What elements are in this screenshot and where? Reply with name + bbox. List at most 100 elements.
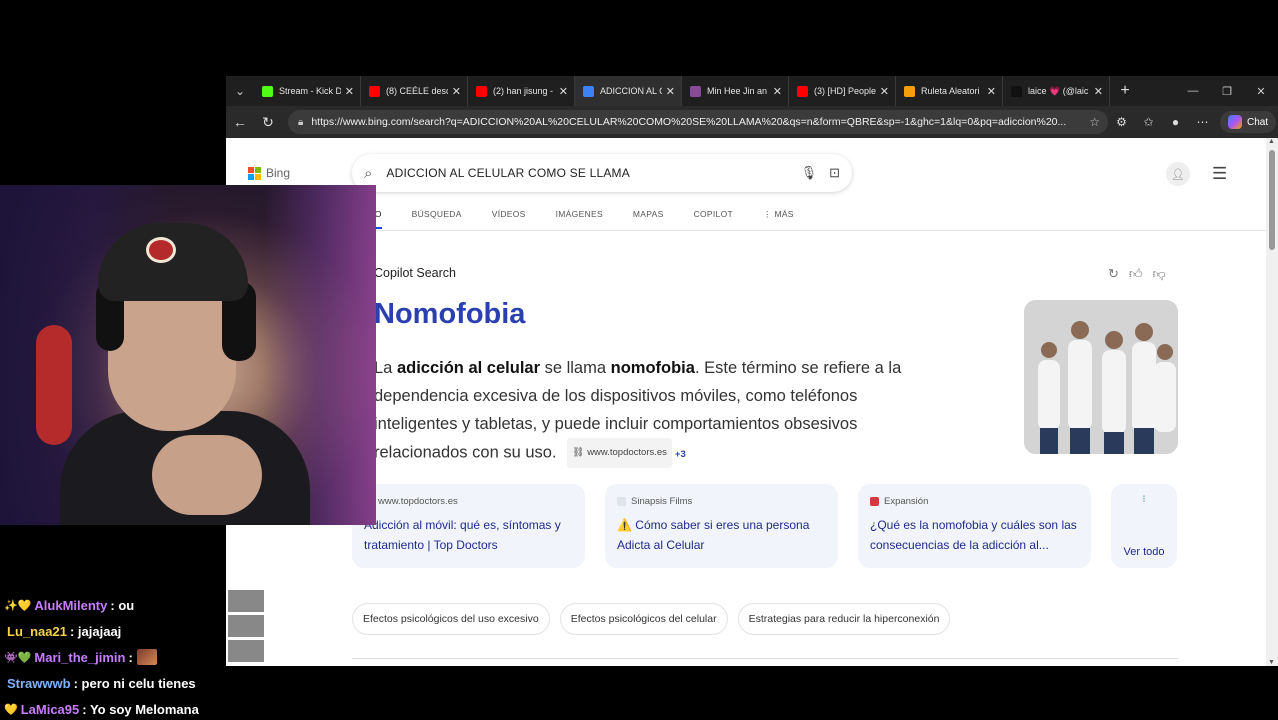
tab-list-dropdown-icon[interactable]: ⌄ — [226, 76, 254, 106]
url-text: https://www.bing.com/search?q=ADICCION%2… — [311, 116, 1067, 128]
tab-close-icon[interactable]: ✕ — [345, 85, 354, 98]
source-card[interactable]: www.topdoctors.es Adicción al móvil: qué … — [352, 484, 585, 568]
browser-tab[interactable]: laice 💗 (@laic ✕ — [1003, 76, 1110, 106]
refresh-button[interactable]: ↻ — [254, 108, 282, 136]
tab-label: (3) [HD] People — [814, 86, 876, 96]
tab-close-icon[interactable]: ✕ — [987, 85, 996, 98]
chat-text: : jajajaaj — [69, 623, 122, 639]
browser-tab[interactable]: (2) han jisung - ✕ — [468, 76, 575, 106]
card-source-text: www.topdoctors.es — [378, 496, 458, 507]
streamer-face — [108, 281, 236, 431]
view-all-card[interactable]: ⁝ Ver todo — [1111, 484, 1177, 568]
scroll-down-icon[interactable]: ▼ — [1268, 659, 1275, 666]
copilot-chat-button[interactable]: Chat — [1220, 111, 1277, 133]
scope-tab[interactable]: VÍDEOS — [492, 209, 526, 219]
account-avatar[interactable]: 👤︎ — [1166, 162, 1190, 186]
card-source: Expansión — [870, 496, 1079, 507]
maximize-icon[interactable]: ❐ — [1210, 76, 1244, 106]
related-search-chip[interactable]: Efectos psicológicos del celular — [559, 603, 728, 635]
chat-username[interactable]: AlukMilenty — [34, 598, 107, 613]
tab-close-icon[interactable]: ✕ — [1094, 85, 1103, 98]
source-favicon-icon — [617, 497, 626, 506]
tab-close-icon[interactable]: ✕ — [880, 85, 889, 98]
chat-message: ✨💛 AlukMilenty: ou — [4, 592, 226, 618]
answer-source-text: www.topdoctors.es — [587, 447, 667, 458]
tab-favicon-icon — [1011, 85, 1022, 97]
chat-username[interactable]: Lu_naa21 — [7, 624, 67, 639]
related-search-chip[interactable]: Estrategias para reducir la hiperconexió… — [737, 603, 951, 635]
tab-close-icon[interactable]: ✕ — [452, 85, 461, 98]
source-card[interactable]: Sinapsis Films ⚠️ Cómo saber si eres una … — [605, 484, 838, 568]
card-title[interactable]: Adicción al móvil: qué es, síntomas y tr… — [364, 515, 573, 555]
chat-text: : ou — [110, 597, 135, 613]
scroll-thumb[interactable] — [1269, 150, 1275, 250]
section-divider — [352, 658, 1178, 659]
search-box[interactable]: ⌕ ADICCION AL CELULAR COMO SE LLAMA 🎙︎ ⊡ — [352, 154, 852, 192]
source-cards: www.topdoctors.es Adicción al móvil: qué … — [352, 484, 1177, 568]
browser-tab[interactable]: Ruleta Aleatori ✕ — [896, 76, 1003, 106]
answer-text-2: se llama — [540, 359, 611, 377]
scope-tab[interactable]: MAPAS — [633, 209, 664, 219]
scope-tab[interactable]: IMÁGENES — [556, 209, 603, 219]
scope-tab[interactable]: BÚSQUEDA — [412, 209, 462, 219]
tab-favicon-icon — [262, 85, 273, 97]
source-card[interactable]: Expansión ¿Qué es la nomofobia y cuáles s… — [858, 484, 1091, 568]
thumbs-down-icon[interactable]: 👎︎ — [1153, 266, 1166, 282]
related-search-chip[interactable]: Efectos psicológicos del uso excesivo — [352, 603, 550, 635]
more-menu-icon[interactable]: ⋯ — [1189, 108, 1216, 136]
scope-tab[interactable]: COPILOT — [694, 209, 733, 219]
more-sources-count[interactable]: +3 — [675, 449, 686, 460]
favorite-star-icon[interactable]: ☆ — [1089, 115, 1100, 129]
thumbs-up-icon[interactable]: 👍︎ — [1129, 266, 1143, 282]
tab-close-icon[interactable]: ✕ — [666, 85, 675, 98]
browser-tab[interactable]: (8) CEÉLE descu ✕ — [361, 76, 468, 106]
browser-tab[interactable]: (3) [HD] People ✕ — [789, 76, 896, 106]
browser-tab[interactable]: ADICCION AL C ✕ — [575, 76, 682, 106]
refresh-answer-icon[interactable]: ↻ — [1108, 266, 1119, 282]
profile-icon[interactable]: ● — [1162, 108, 1189, 136]
scroll-up-icon[interactable]: ▲ — [1268, 138, 1275, 145]
tab-close-icon[interactable]: ✕ — [773, 85, 782, 98]
hamburger-menu-icon[interactable]: ☰ — [1212, 164, 1227, 184]
chat-label: Chat — [1247, 116, 1269, 128]
tab-close-icon[interactable]: ✕ — [559, 85, 568, 98]
browser-tab[interactable]: Min Hee Jin an ✕ — [682, 76, 789, 106]
card-title[interactable]: ¿Qué es la nomofobia y cuáles son las co… — [870, 515, 1079, 555]
bing-logo[interactable]: Bing — [248, 166, 290, 180]
chat-username[interactable]: LaMica95 — [21, 702, 80, 717]
page-scrollbar[interactable]: ▲ ▼ — [1266, 138, 1278, 666]
streamer-hands — [152, 435, 262, 515]
answer-text-1: La — [374, 359, 397, 377]
minimize-icon[interactable]: — — [1176, 76, 1210, 106]
favorites-icon[interactable]: ✩ — [1135, 108, 1162, 136]
visual-search-icon[interactable]: ⊡ — [829, 165, 840, 181]
chat-message: Strawwwb: pero ni celu tienes — [4, 670, 226, 696]
chat-badge-icon: 👾💚 — [4, 651, 32, 664]
microphone-icon[interactable]: 🎙︎ — [801, 165, 818, 181]
chat-username[interactable]: Mari_the_jimin — [34, 650, 125, 665]
chat-username[interactable]: Strawwwb — [7, 676, 71, 691]
stream-frame: ⌄ Stream - Kick D✕(8) CEÉLE descu✕(2) ha… — [0, 0, 1278, 720]
chat-message: Lu_naa21: jajajaaj — [4, 618, 226, 644]
chat-message: 💛 LaMica95: Yo soy Melomana — [4, 696, 226, 720]
microsoft-logo-icon — [248, 167, 261, 180]
answer-source-chip[interactable]: ⛓ www.topdoctors.es — [567, 438, 672, 468]
browser-tab[interactable]: Stream - Kick D ✕ — [254, 76, 361, 106]
close-window-icon[interactable]: ✕ — [1244, 76, 1278, 106]
extensions-icon[interactable]: ⚙ — [1108, 108, 1135, 136]
card-title[interactable]: ⚠️ Cómo saber si eres una persona Adicta… — [617, 515, 826, 555]
back-button[interactable]: ← — [226, 108, 254, 136]
feedback-icons: ↻ 👍︎ 👎︎ — [1108, 266, 1166, 282]
chat-emote — [136, 649, 157, 665]
link-icon: ⛓ — [572, 447, 585, 458]
tab-favicon-icon — [690, 85, 701, 97]
search-query-text[interactable]: ADICCION AL CELULAR COMO SE LLAMA — [386, 166, 788, 180]
thumbnail — [228, 590, 264, 612]
chat-badge-icon: 💛 — [4, 703, 18, 716]
card-source-text: Expansión — [884, 496, 929, 507]
url-field[interactable]: 🔒︎ https://www.bing.com/search?q=ADICCIO… — [288, 110, 1108, 134]
tab-favicon-icon — [797, 85, 808, 97]
answer-image[interactable] — [1024, 300, 1178, 454]
new-tab-button[interactable]: + — [1110, 76, 1140, 106]
scope-tab[interactable]: ⋮ MÁS — [763, 209, 794, 220]
